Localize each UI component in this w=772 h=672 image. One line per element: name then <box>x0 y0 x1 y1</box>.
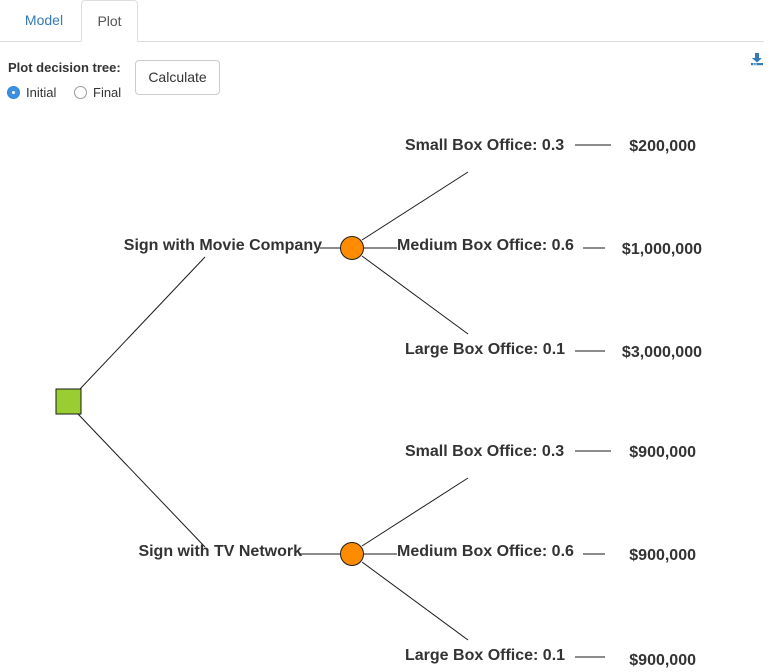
chance-node <box>340 542 364 566</box>
outcome-label: Medium Box Office: 0.6 <box>397 543 574 560</box>
decision-tree: Sign with Movie Company Small Box Office:… <box>55 137 702 669</box>
payoff-label: $900,000 <box>629 652 696 669</box>
tree-link <box>361 477 469 547</box>
payoff-label: $900,000 <box>629 547 696 564</box>
payoff-label: $3,000,000 <box>622 344 702 361</box>
chance-node <box>340 236 364 260</box>
payoff-label: $1,000,000 <box>622 241 702 258</box>
payoff-label: $200,000 <box>629 138 696 155</box>
tree-link <box>361 561 469 641</box>
outcome-label: Large Box Office: 0.1 <box>405 341 565 358</box>
tree-link <box>361 171 469 241</box>
tree-link <box>79 256 206 390</box>
outcome-label: Small Box Office: 0.3 <box>405 443 564 460</box>
outcome-label: Medium Box Office: 0.6 <box>397 237 574 254</box>
outcome-label: Small Box Office: 0.3 <box>405 137 564 154</box>
payoff-label: $900,000 <box>629 444 696 461</box>
tree-link <box>77 413 206 548</box>
branch-label: Sign with Movie Company <box>124 237 322 254</box>
branch-label: Sign with TV Network <box>138 543 302 560</box>
tree-link <box>361 255 469 335</box>
outcome-label: Large Box Office: 0.1 <box>405 647 565 664</box>
decision-node <box>55 388 82 415</box>
